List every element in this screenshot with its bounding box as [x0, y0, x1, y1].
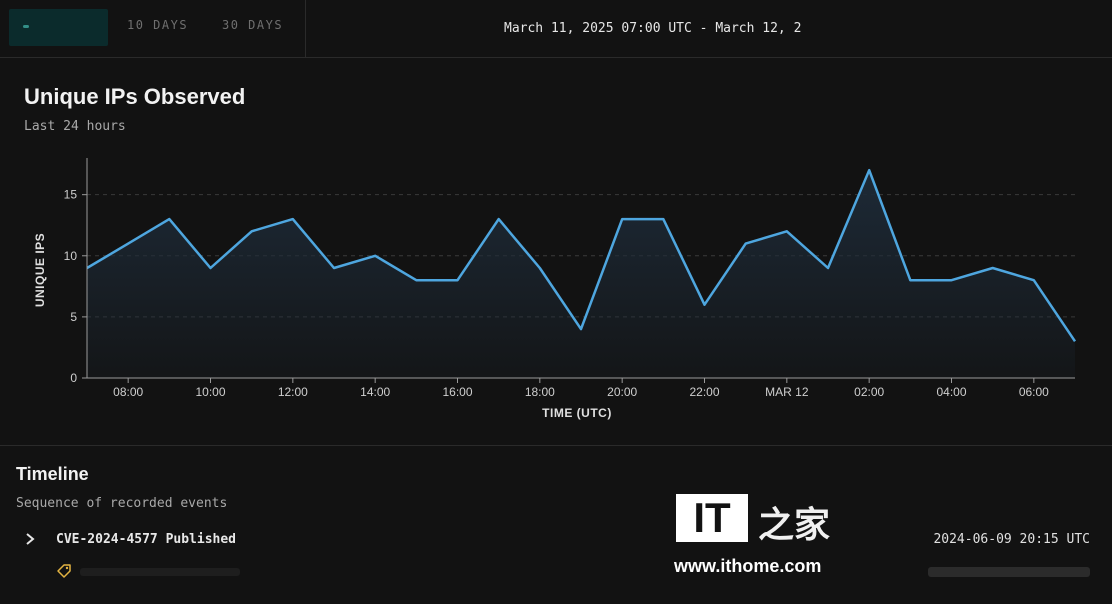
y-tick-label: 0 [70, 371, 77, 385]
x-tick-label: 18:00 [525, 385, 555, 399]
x-tick-label: 14:00 [360, 385, 390, 399]
x-tick-label: 02:00 [854, 385, 884, 399]
chevron-right-icon[interactable] [24, 532, 36, 546]
range-tab-30-days[interactable]: 30 DAYS [222, 18, 283, 32]
series-area-fill [87, 170, 1075, 378]
timeline-section: Timeline Sequence of recorded events CVE… [0, 446, 1112, 604]
redacted-tag-text [80, 568, 240, 576]
chart-card: Unique IPs Observed Last 24 hours 0 5 10 15… [0, 58, 1112, 446]
event-tag-row [0, 558, 1112, 584]
unique-ips-chart: 0 5 10 15 08:00 10:00 12:00 14:00 16:00 18:00 20:0… [33, 158, 1077, 420]
range-tab-10-days[interactable]: 10 DAYS [127, 18, 188, 32]
redacted-time-text [928, 567, 1090, 577]
y-tick-label: 5 [70, 310, 77, 324]
tag-icon [57, 564, 71, 578]
ithome-watermark: IT 之家 www.ithome.com [672, 490, 832, 590]
date-range-display[interactable]: March 11, 2025 07:00 UTC - March 12, 2 [504, 21, 801, 36]
x-tick-label: 10:00 [195, 385, 225, 399]
divider [305, 0, 306, 58]
timeline-event-row[interactable]: CVE-2024-4577 Published 2024-06-09 20:15… [0, 526, 1112, 554]
top-bar: 10 DAYS 30 DAYS March 11, 2025 07:00 UTC… [0, 0, 1112, 58]
x-tick-label: 08:00 [113, 385, 143, 399]
x-tick-label: 16:00 [442, 385, 472, 399]
x-tick-label: 12:00 [278, 385, 308, 399]
x-tick-label: 06:00 [1019, 385, 1049, 399]
watermark-chinese: 之家 [758, 504, 831, 546]
x-tick-label: 20:00 [607, 385, 637, 399]
area-layer [86, 168, 1077, 378]
event-name: CVE-2024-4577 Published [56, 532, 237, 547]
x-tick-label: 04:00 [936, 385, 966, 399]
y-axis-label: UNIQUE IPS [33, 233, 47, 307]
watermark-logo: IT [676, 494, 748, 542]
x-tick-label: 22:00 [689, 385, 719, 399]
x-tick-label: MAR 12 [765, 385, 809, 399]
x-axis-label: TIME (UTC) [542, 406, 612, 420]
y-tick-label: 15 [64, 188, 78, 202]
range-tab-24h[interactable] [9, 9, 108, 46]
event-time: 2024-06-09 20:15 UTC [933, 532, 1090, 547]
y-tick-label: 10 [64, 249, 78, 263]
watermark-url: www.ithome.com [674, 556, 822, 576]
timeline-title: Timeline [16, 464, 89, 484]
timeline-subtitle: Sequence of recorded events [16, 496, 228, 511]
active-indicator [23, 25, 29, 28]
